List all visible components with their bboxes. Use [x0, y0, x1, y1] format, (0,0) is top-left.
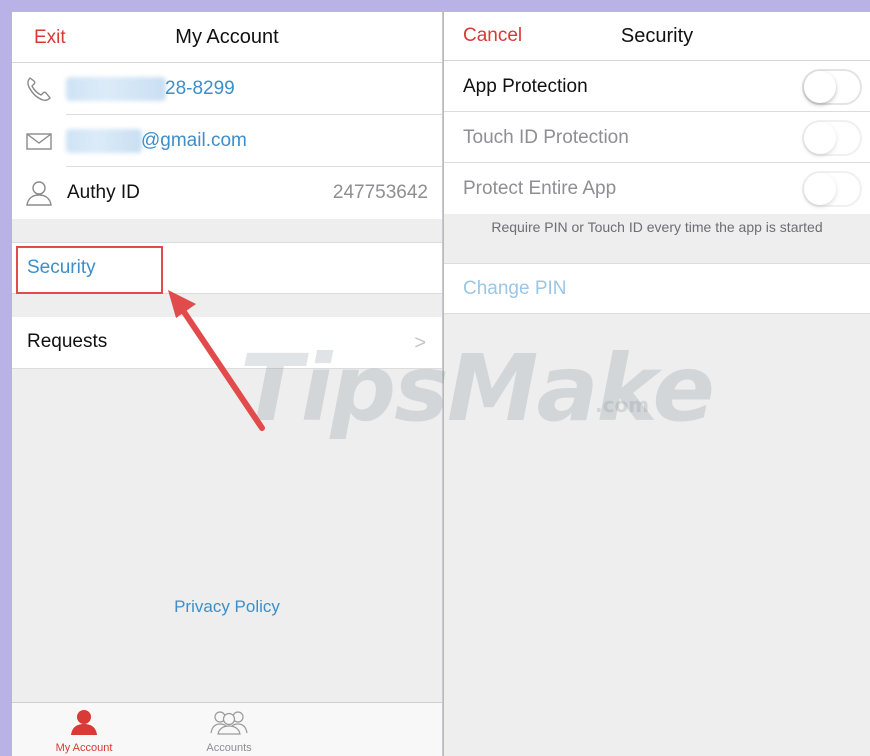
phone-icon	[24, 75, 54, 103]
authy-id-row: Authy ID 247753642	[12, 167, 442, 219]
touch-id-protection-toggle[interactable]	[802, 120, 862, 156]
tab-bar: My Account Accounts	[12, 702, 442, 756]
protect-entire-app-row: Protect Entire App	[444, 163, 870, 214]
tab-my-account[interactable]: My Account	[24, 709, 144, 754]
page-title: My Account	[175, 26, 279, 48]
change-pin-label: Change PIN	[463, 278, 567, 299]
protect-entire-app-toggle[interactable]	[802, 171, 862, 207]
privacy-policy-link[interactable]: Privacy Policy	[12, 597, 442, 617]
protection-footnote: Require PIN or Touch ID every time the a…	[491, 219, 823, 235]
touch-id-protection-row: Touch ID Protection	[444, 112, 870, 163]
toggle-knob	[804, 122, 836, 154]
authy-id-label: Authy ID	[67, 182, 140, 203]
my-account-navbar: Exit My Account	[12, 12, 442, 63]
requests-row[interactable]: Requests >	[12, 317, 442, 369]
person-icon	[69, 710, 99, 739]
authy-id-value: 247753642	[332, 182, 428, 203]
security-navbar: Cancel Security	[444, 12, 870, 61]
chevron-right-icon: >	[414, 332, 426, 354]
security-row[interactable]: Security	[12, 242, 442, 294]
tab-my-account-label: My Account	[55, 742, 113, 754]
protect-entire-app-label: Protect Entire App	[463, 178, 617, 199]
email-row[interactable]: @gmail.com	[12, 115, 442, 167]
touch-id-protection-label: Touch ID Protection	[463, 127, 629, 148]
phone-row[interactable]: 28-8299	[12, 63, 442, 115]
annotation-highlight-box	[16, 246, 163, 294]
page-title: Security	[620, 25, 694, 47]
group-icon	[209, 711, 249, 739]
my-account-pane: Exit My Account 28-8299 @gmail.com Authy…	[12, 12, 443, 756]
toggle-knob	[804, 173, 836, 205]
phone-number: 28-8299	[165, 78, 235, 99]
phone-redacted	[66, 77, 166, 101]
toggle-knob	[804, 71, 836, 103]
user-icon	[24, 179, 54, 207]
envelope-icon	[24, 127, 54, 155]
app-protection-label: App Protection	[463, 76, 588, 97]
requests-label: Requests	[27, 331, 108, 352]
tab-accounts[interactable]: Accounts	[169, 709, 289, 754]
app-protection-toggle[interactable]	[802, 69, 862, 105]
tab-accounts-label: Accounts	[206, 742, 252, 754]
email-address: @gmail.com	[141, 130, 247, 151]
app-protection-row: App Protection	[444, 61, 870, 112]
email-redacted	[66, 129, 142, 153]
security-pane: Cancel Security App Protection Touch ID …	[444, 12, 870, 756]
change-pin-row[interactable]: Change PIN	[444, 263, 870, 314]
